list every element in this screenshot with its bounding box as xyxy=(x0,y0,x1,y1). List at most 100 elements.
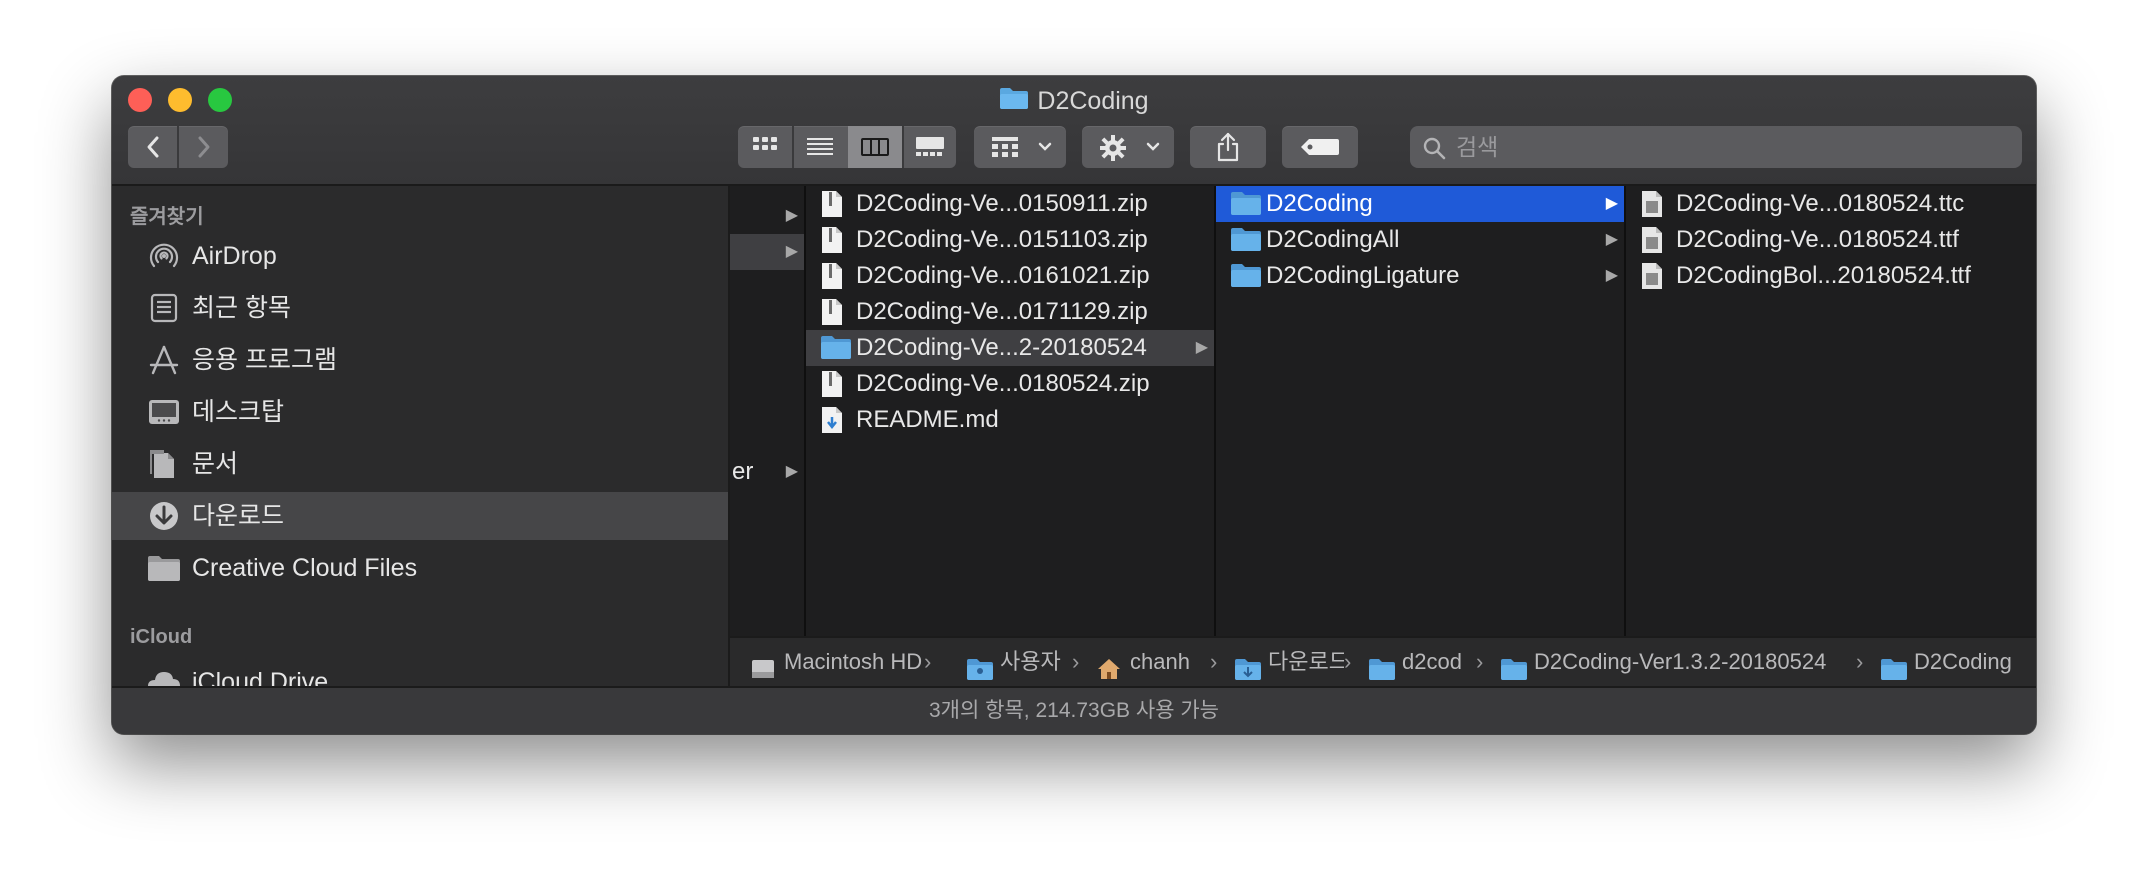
recents-icon xyxy=(146,292,182,324)
disclosure-arrow-icon: ▶ xyxy=(1605,267,1618,284)
action-menu-button[interactable] xyxy=(1082,126,1174,168)
file-name: D2CodingBol...20180524.ttf xyxy=(1676,262,1971,289)
users-folder-icon xyxy=(966,650,994,688)
favorites-header: 즐겨찾기 xyxy=(130,206,204,228)
sidebar-item-creative-cloud-files[interactable]: Creative Cloud Files xyxy=(112,544,728,592)
list-view-button[interactable] xyxy=(794,126,846,168)
folder-icon xyxy=(1500,650,1528,688)
list-item[interactable]: D2Coding-Ve...0180524.zip xyxy=(806,366,1214,402)
home-icon xyxy=(1096,650,1122,688)
icloud-icon xyxy=(146,666,182,686)
sidebar-item-label: 다운로드 xyxy=(192,502,285,530)
sidebar-item-label: 응용 프로그램 xyxy=(192,346,337,374)
file-name: D2Coding-Ve...0171129.zip xyxy=(856,298,1148,325)
gallery-view-button[interactable] xyxy=(904,126,956,168)
path-item-label: Macintosh HD xyxy=(784,649,923,674)
list-item[interactable]: D2CodingBol...20180524.ttf xyxy=(1626,258,2036,294)
folder-icon xyxy=(1230,262,1262,299)
list-item[interactable]: D2CodingAll ▶ xyxy=(1216,222,1624,258)
gallery-view-icon xyxy=(916,137,944,156)
back-button[interactable] xyxy=(128,126,177,168)
list-item[interactable]: D2Coding-Ve...0150911.zip xyxy=(806,186,1214,222)
list-item[interactable]: D2Coding-Ve...0180524.ttf xyxy=(1626,222,2036,258)
icloud-header: iCloud xyxy=(130,626,193,648)
sidebar-item-recents[interactable]: 최근 항목 xyxy=(112,284,728,332)
file-name: D2Coding-Ve...0180524.zip xyxy=(856,370,1150,397)
list-item[interactable]: D2Coding-Ve...2-20180524 ▶ xyxy=(806,330,1214,366)
path-item-label: chanh xyxy=(1130,649,1190,674)
sidebar-item-label: 문서 xyxy=(192,450,239,478)
search-placeholder: 검색 xyxy=(1456,134,1499,160)
path-item-d2cod[interactable]: d2cod xyxy=(1368,638,1476,686)
folder-name: D2Coding xyxy=(1266,190,1373,217)
sidebar-item-label: iCloud Drive xyxy=(192,668,329,686)
window-title: D2Coding xyxy=(112,84,2036,119)
list-item[interactable]: ▶ xyxy=(730,198,804,234)
folder-name: D2CodingLigature xyxy=(1266,262,1460,289)
share-button[interactable] xyxy=(1190,126,1266,168)
sidebar-item-documents[interactable]: 문서 xyxy=(112,440,728,488)
search-field[interactable]: 검색 xyxy=(1410,126,2022,168)
file-name: D2Coding-Ve...0161021.zip xyxy=(856,262,1150,289)
file-name: D2Coding-Ve...2-20180524 xyxy=(856,334,1147,361)
list-item[interactable]: D2CodingLigature ▶ xyxy=(1216,258,1624,294)
list-item[interactable]: D2Coding-Ve...0180524.ttc xyxy=(1626,186,2036,222)
folder-icon xyxy=(999,85,1029,119)
chevron-down-icon xyxy=(1146,142,1160,151)
sidebar: 즐겨찾기 AirDrop 최근 항목 응용 프로그램 데스크탑 문서 다운로드 … xyxy=(112,186,730,686)
icon-view-button[interactable] xyxy=(738,126,792,168)
list-item[interactable]: README.md xyxy=(806,402,1214,438)
sidebar-item-desktop[interactable]: 데스크탑 xyxy=(112,388,728,436)
column-3: D2Coding-Ve...0180524.ttc D2Coding-Ve...… xyxy=(1626,186,2036,636)
sidebar-item-label: AirDrop xyxy=(192,242,277,270)
status-bar: 3개의 항목, 214.73GB 사용 가능 xyxy=(112,686,2036,734)
view-switcher xyxy=(738,126,956,168)
list-item[interactable]: er ▶ xyxy=(730,454,804,490)
column-2: D2Coding ▶ D2CodingAll ▶ D2CodingLigatur… xyxy=(1216,186,1624,636)
sidebar-item-applications[interactable]: 응용 프로그램 xyxy=(112,336,728,384)
chevron-down-icon xyxy=(1038,142,1052,151)
path-separator-icon: › xyxy=(1072,649,1080,674)
chevron-left-icon xyxy=(147,136,159,158)
path-separator-icon: › xyxy=(924,649,932,674)
file-name: D2Coding-Ve...0151103.zip xyxy=(856,226,1148,253)
share-icon xyxy=(1217,132,1239,162)
path-separator-icon: › xyxy=(1476,649,1484,674)
file-name: D2Coding-Ve...0180524.ttf xyxy=(1676,226,1959,253)
list-item[interactable]: D2Coding ▶ xyxy=(1216,186,1624,222)
hard-drive-icon xyxy=(750,650,776,688)
downloads-icon xyxy=(146,500,182,532)
sidebar-item-icloud-drive[interactable]: iCloud Drive xyxy=(112,658,728,686)
folder-name: D2CodingAll xyxy=(1266,226,1400,253)
tags-button[interactable] xyxy=(1282,126,1358,168)
tag-icon xyxy=(1301,139,1339,155)
disclosure-arrow-icon: ▶ xyxy=(1195,339,1208,356)
forward-button[interactable] xyxy=(179,126,228,168)
column-0: ▶ ▶ er ▶ xyxy=(730,186,804,636)
font-file-icon xyxy=(1640,262,1664,301)
downloads-folder-icon xyxy=(1234,650,1262,686)
list-item[interactable]: ▶ xyxy=(730,234,804,270)
disclosure-arrow-icon: ▶ xyxy=(785,243,798,260)
list-item[interactable]: D2Coding-Ve...0151103.zip xyxy=(806,222,1214,258)
applications-icon xyxy=(146,344,182,376)
list-item[interactable]: D2Coding-Ve...0161021.zip xyxy=(806,258,1214,294)
desktop-icon xyxy=(146,396,182,428)
column-view-button[interactable] xyxy=(848,126,902,168)
path-item-label: D2Coding xyxy=(1914,649,2012,674)
path-item-downloads[interactable]: 다운로드 xyxy=(1234,638,1344,686)
search-icon xyxy=(1423,137,1446,160)
file-name: README.md xyxy=(856,406,999,433)
group-icon xyxy=(992,137,1018,157)
disclosure-arrow-icon: ▶ xyxy=(785,463,798,480)
disclosure-arrow-icon: ▶ xyxy=(1605,195,1618,212)
sidebar-item-downloads[interactable]: 다운로드 xyxy=(112,492,728,540)
sidebar-item-label: Creative Cloud Files xyxy=(192,554,418,582)
sidebar-item-airdrop[interactable]: AirDrop xyxy=(112,232,728,280)
sidebar-item-label: 데스크탑 xyxy=(192,398,285,426)
group-by-button[interactable] xyxy=(974,126,1066,168)
chevron-right-icon xyxy=(198,136,210,158)
navigation-buttons xyxy=(128,126,228,168)
list-item[interactable]: D2Coding-Ve...0171129.zip xyxy=(806,294,1214,330)
toolbar: D2Coding 검색 xyxy=(112,76,2036,186)
